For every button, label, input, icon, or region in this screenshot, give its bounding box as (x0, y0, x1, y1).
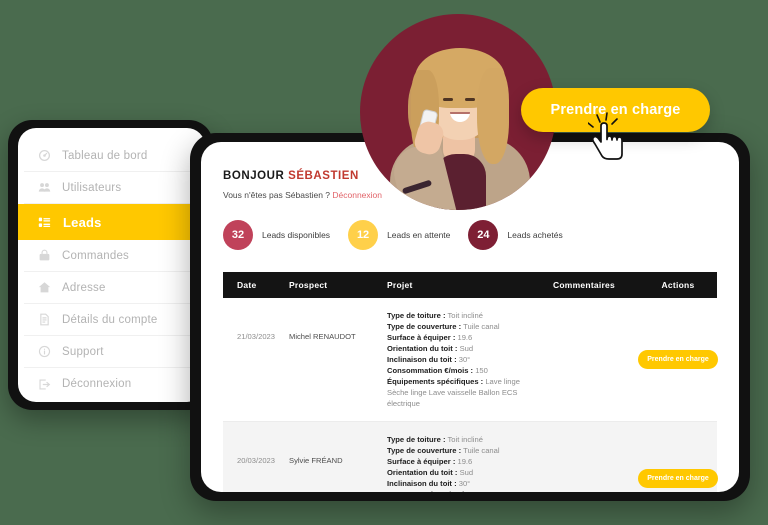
projet-key: Surface à équiper : (387, 457, 456, 466)
column-header-projet: Projet (387, 280, 413, 290)
screenshot-stage: Tableau de bord Utilisateurs Leads Comma… (0, 0, 768, 525)
sidebar-device-frame: Tableau de bord Utilisateurs Leads Comma… (8, 120, 213, 410)
info-icon (38, 345, 51, 358)
sidebar-item-label: Commandes (62, 249, 129, 262)
stat-label: Leads en attente (387, 230, 451, 240)
projet-value: Toit incliné (445, 435, 483, 444)
photo-hair-right (477, 68, 509, 164)
cell-date: 21/03/2023 (237, 332, 276, 341)
users-icon (38, 181, 51, 194)
projet-value: 150 (473, 366, 488, 375)
leads-table: Date Prospect Projet Commentaires Action… (223, 272, 718, 492)
cell-date: 20/03/2023 (237, 456, 276, 465)
table-row: 21/03/2023 Michel RENAUDOT Type de toitu… (223, 298, 718, 422)
sidebar-item-details-du-compte[interactable]: Détails du compte (24, 304, 199, 336)
column-header-prospect: Prospect (289, 280, 328, 290)
projet-key: Équipements spécifiques : (387, 377, 484, 386)
cell-prospect: Sylvie FRÉAND (289, 456, 343, 465)
cell-actions: Prendre en charge (638, 310, 718, 409)
projet-key: Consommation €/mois : (387, 366, 474, 375)
sidebar-item-deconnexion[interactable]: Déconnexion (24, 368, 199, 400)
stat-count-badge: 12 (348, 220, 379, 250)
prendre-en-charge-button[interactable]: Prendre en charge (638, 350, 718, 369)
greeting-username: SÉBASTIEN (288, 170, 359, 182)
projet-key: Inclinaison du toit : (387, 355, 457, 364)
column-header-commentaires: Commentaires (552, 280, 616, 290)
projet-value: 19.6 (455, 333, 473, 342)
stat-leads-en-attente: 12 Leads en attente (348, 220, 450, 250)
photo-eye-right (465, 98, 475, 101)
hand-cursor-icon (588, 112, 623, 160)
projet-value: Tuile canal (461, 446, 500, 455)
prendre-en-charge-button[interactable]: Prendre en charge (638, 468, 718, 488)
cell-commentaires (529, 434, 639, 492)
projet-key: Inclinaison du toit : (387, 479, 457, 488)
projet-value: 19.6 (455, 457, 473, 466)
projet-value: 30° (456, 479, 471, 488)
stats-row: 32 Leads disponibles 12 Leads en attente… (223, 220, 717, 250)
projet-value: 30° (456, 355, 471, 364)
sidebar-item-label: Déconnexion (62, 378, 132, 390)
sidebar-item-tableau-de-bord[interactable]: Tableau de bord (24, 140, 199, 172)
projet-key: Consommation €/mois : (387, 490, 473, 492)
stat-leads-disponibles: 32 Leads disponibles (223, 220, 330, 250)
projet-value: Toit incliné (445, 311, 483, 320)
sidebar-item-label: Leads (63, 214, 102, 230)
projet-key: Orientation du toit : (387, 468, 458, 477)
sidebar-item-label: Adresse (62, 281, 106, 294)
photo-eye-left (443, 98, 453, 101)
cell-actions: Prendre en charge (638, 434, 718, 492)
sidebar-navigation: Tableau de bord Utilisateurs Leads Comma… (18, 128, 205, 402)
stat-label: Leads disponibles (262, 230, 331, 240)
sidebar-item-support[interactable]: Support (24, 336, 199, 368)
stat-label: Leads achetés (507, 230, 563, 240)
sidebar-item-label: Utilisateurs (62, 181, 122, 194)
projet-key: Type de couverture : (387, 446, 462, 455)
stat-count-badge: 32 (223, 220, 253, 250)
sidebar-item-label: Support (62, 345, 104, 358)
projet-key: Type de couverture : (387, 322, 462, 331)
stat-count-badge: 24 (468, 220, 499, 250)
cell-projet: Type de toiture : Toit incliné Type de c… (387, 434, 529, 492)
sidebar-item-label: Tableau de bord (62, 149, 148, 162)
sidebar-item-commandes[interactable]: Commandes (24, 240, 199, 272)
projet-value: Tuile canal (461, 322, 500, 331)
projet-value: Sud (457, 344, 474, 353)
list-icon (38, 216, 51, 229)
column-header-date: Date (237, 280, 257, 290)
cell-prospect: Michel RENAUDOT (289, 332, 356, 341)
dashboard-icon (38, 149, 51, 162)
cell-commentaires (529, 310, 639, 409)
document-icon (38, 313, 51, 326)
greeting-prefix: BONJOUR (223, 170, 289, 182)
home-icon (38, 281, 51, 294)
sidebar-item-label: Détails du compte (62, 313, 158, 326)
logout-link[interactable]: Déconnexion (332, 190, 382, 200)
cell-projet: Type de toiture : Toit incliné Type de c… (387, 310, 529, 409)
projet-key: Orientation du toit : (387, 344, 458, 353)
projet-key: Type de toiture : (387, 311, 446, 320)
projet-key: Surface à équiper : (387, 333, 456, 342)
sidebar-item-adresse[interactable]: Adresse (24, 272, 199, 304)
projet-key: Type de toiture : (387, 435, 446, 444)
sidebar-item-utilisateurs[interactable]: Utilisateurs (24, 172, 199, 204)
column-header-actions: Actions (661, 280, 695, 290)
logout-icon (38, 378, 51, 391)
table-header-row: Date Prospect Projet Commentaires Action… (223, 272, 717, 298)
table-row: 20/03/2023 Sylvie FRÉAND Type de toiture… (223, 422, 718, 492)
basket-icon (38, 249, 51, 262)
identity-notice-text: Vous n'êtes pas Sébastien ? (223, 190, 333, 200)
projet-value: Sud (457, 468, 474, 477)
projet-value: 150 (473, 490, 488, 492)
stat-leads-achetes: 24 Leads achetés (468, 220, 563, 250)
sidebar-item-leads[interactable]: Leads (18, 204, 205, 240)
